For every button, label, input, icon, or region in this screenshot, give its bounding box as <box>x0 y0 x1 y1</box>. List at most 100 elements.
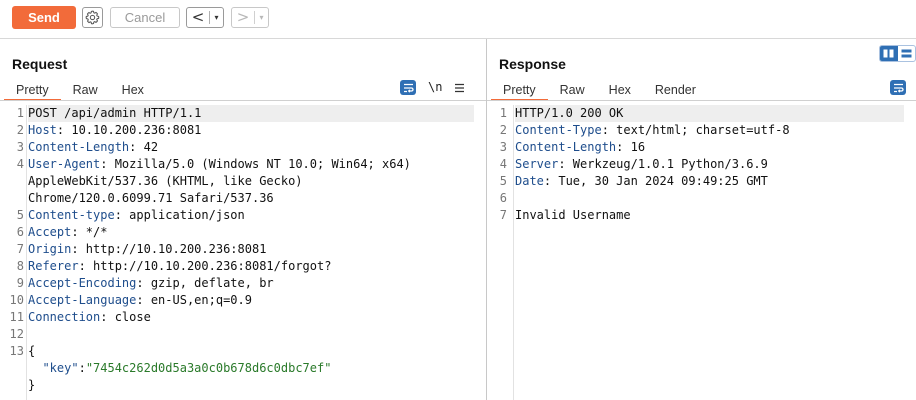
code-line: 11 Connection: close <box>0 309 486 326</box>
chevron-down-icon[interactable]: ▾ <box>210 8 223 27</box>
request-editor[interactable]: 1 POST /api/admin HTTP/1.1 2 Host: 10.10.20… <box>0 105 486 400</box>
line-text: Connection: close <box>28 309 474 326</box>
tabs-divider <box>487 100 916 101</box>
chevron-down-icon[interactable]: ▾ <box>255 8 268 27</box>
line-text: Host: 10.10.200.236:8081 <box>28 122 474 139</box>
code-line: 9 Accept-Encoding: gzip, deflate, br <box>0 275 486 292</box>
text-segment: : close <box>100 310 151 324</box>
code-line: } <box>0 377 486 394</box>
split-vertical-icon[interactable] <box>880 46 898 61</box>
header-name: Content-Length <box>28 140 130 154</box>
tab-raw[interactable]: Raw <box>61 80 110 100</box>
code-line: 12 <box>0 326 486 343</box>
code-line: 4 User-Agent: Mozilla/5.0 (Windows NT 10.… <box>0 156 486 173</box>
request-title: Request <box>12 56 68 72</box>
text-segment: POST /api/admin HTTP/1.1 <box>28 106 202 120</box>
json-value: "7454c262d0d5a3a0c0b678d6c0dbc7ef" <box>85 361 332 375</box>
line-number: 4 <box>16 157 24 171</box>
header-name: Origin <box>28 242 72 256</box>
text-segment <box>28 361 42 375</box>
line-number: 3 <box>16 140 24 154</box>
response-pane: Response Pretty Raw Hex Render 1 HTTP/1.0… <box>487 39 916 400</box>
line-number: 1 <box>16 106 24 120</box>
code-line: 2 Host: 10.10.200.236:8081 <box>0 122 486 139</box>
tab-hex[interactable]: Hex <box>110 80 156 100</box>
text-segment: : text/html; charset=utf-8 <box>601 123 790 137</box>
text-wrap-icon <box>403 83 414 93</box>
line-number: 6 <box>16 225 24 239</box>
tab-hex[interactable]: Hex <box>597 80 643 100</box>
text-segment: : */* <box>71 225 108 239</box>
word-wrap-button[interactable] <box>400 80 416 95</box>
newline-toggle[interactable]: \n <box>428 80 442 95</box>
code-line: 1 POST /api/admin HTTP/1.1 <box>0 105 486 122</box>
response-editor[interactable]: 1 HTTP/1.0 200 OK 2 Content-Type: text/html… <box>487 105 916 400</box>
code-line: 6 Accept: */* <box>0 224 486 241</box>
header-name: User-Agent <box>28 157 101 171</box>
json-key: "key" <box>42 361 79 375</box>
text-segment: : 10.10.200.236:8081 <box>56 123 202 137</box>
code-line: 4 Server: Werkzeug/1.0.1 Python/3.6.9 <box>487 156 916 173</box>
history-back-button[interactable]: < ▾ <box>186 7 224 28</box>
text-segment: AppleWebKit/537.36 (KHTML, like Gecko) <box>28 174 303 188</box>
code-line: 6 <box>487 190 916 207</box>
line-number: 5 <box>499 174 507 188</box>
code-line: 2 Content-Type: text/html; charset=utf-8 <box>487 122 916 139</box>
tab-pretty[interactable]: Pretty <box>4 80 61 101</box>
line-text <box>28 326 474 343</box>
code-line: 3 Content-Length: 16 <box>487 139 916 156</box>
response-title: Response <box>499 56 566 72</box>
line-text: } <box>28 377 474 394</box>
request-pane: Request Pretty Raw Hex \n 1 POST /api/adm… <box>0 39 486 400</box>
send-button[interactable]: Send <box>12 6 76 29</box>
code-line: 5 Date: Tue, 30 Jan 2024 09:49:25 GMT <box>487 173 916 190</box>
line-text: Chrome/120.0.6099.71 Safari/537.36 <box>28 190 474 207</box>
text-segment: HTTP/1.0 200 OK <box>515 106 624 120</box>
header-name: Accept-Language <box>28 293 137 307</box>
text-segment: : Werkzeug/1.0.1 Python/3.6.9 <box>558 157 768 171</box>
text-segment: : <box>78 361 86 375</box>
line-number: 1 <box>499 106 507 120</box>
menu-icon[interactable] <box>454 83 465 93</box>
header-name: Referer <box>28 259 79 273</box>
code-line: 10 Accept-Language: en-US,en;q=0.9 <box>0 292 486 309</box>
header-name: Host <box>28 123 57 137</box>
text-segment: : Mozilla/5.0 (Windows NT 10.0; Win64; x… <box>100 157 411 171</box>
line-number: 8 <box>16 259 24 273</box>
layout-toggle[interactable] <box>879 45 916 62</box>
tab-raw[interactable]: Raw <box>548 80 597 100</box>
tabs-divider <box>0 100 486 101</box>
header-name: Content-Length <box>515 140 617 154</box>
tab-render[interactable]: Render <box>643 80 708 100</box>
split-horizontal-icon[interactable] <box>898 46 916 61</box>
word-wrap-button[interactable] <box>890 80 906 95</box>
history-forward-button[interactable]: > ▾ <box>231 7 269 28</box>
tab-pretty[interactable]: Pretty <box>491 80 548 101</box>
line-text: Origin: http://10.10.200.236:8081 <box>28 241 474 258</box>
line-text: Content-type: application/json <box>28 207 474 224</box>
line-text: AppleWebKit/537.36 (KHTML, like Gecko) <box>28 173 474 190</box>
line-number: 3 <box>499 140 507 154</box>
line-text: POST /api/admin HTTP/1.1 <box>28 105 474 122</box>
request-tabs: Pretty Raw Hex <box>4 80 156 101</box>
line-text: Referer: http://10.10.200.236:8081/forgo… <box>28 258 474 275</box>
text-segment: Invalid Username <box>515 208 631 222</box>
line-text: Accept-Language: en-US,en;q=0.9 <box>28 292 474 309</box>
header-name: Accept <box>28 225 72 239</box>
code-line: 7 Origin: http://10.10.200.236:8081 <box>0 241 486 258</box>
cancel-button[interactable]: Cancel <box>110 7 180 28</box>
request-tools: \n <box>400 80 465 95</box>
text-segment: Chrome/120.0.6099.71 Safari/537.36 <box>28 191 274 205</box>
code-line: 8 Referer: http://10.10.200.236:8081/forg… <box>0 258 486 275</box>
text-segment: : http://10.10.200.236:8081/forgot? <box>78 259 332 273</box>
code-line: 1 HTTP/1.0 200 OK <box>487 105 916 122</box>
line-number: 6 <box>499 191 507 205</box>
line-number: 10 <box>9 293 24 307</box>
header-name: Date <box>515 174 544 188</box>
line-text: Content-Type: text/html; charset=utf-8 <box>515 122 904 139</box>
text-segment: : gzip, deflate, br <box>136 276 274 290</box>
gear-icon <box>85 10 100 25</box>
header-name: Content-type <box>28 208 115 222</box>
code-line: 3 Content-Length: 42 <box>0 139 486 156</box>
settings-button[interactable] <box>82 7 103 28</box>
